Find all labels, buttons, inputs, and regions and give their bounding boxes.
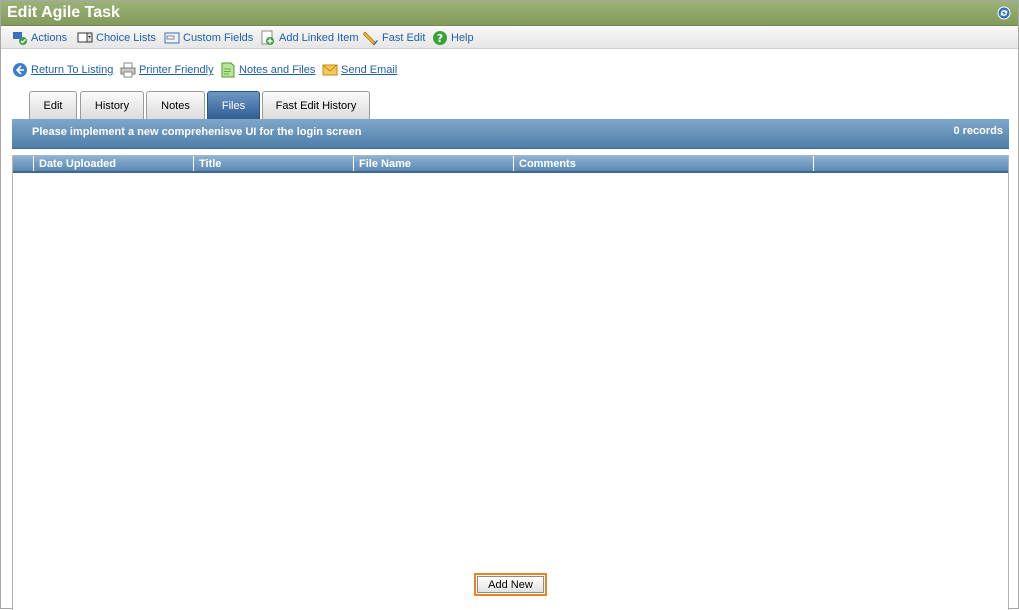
add-linked-item-icon — [260, 30, 276, 46]
grid-header-title[interactable]: Title — [194, 156, 354, 171]
send-email-label: Send Email — [341, 64, 398, 76]
custom-fields-label: Custom Fields — [183, 32, 254, 44]
refresh-icon[interactable] — [996, 5, 1012, 21]
fast-edit-label: Fast Edit — [382, 32, 426, 44]
fast-edit-icon — [362, 30, 379, 46]
choice-lists-button[interactable]: Choice Lists — [77, 30, 156, 46]
choice-lists-icon — [77, 30, 93, 46]
back-arrow-icon — [12, 62, 28, 78]
action-links: Return To Listing Printer Friendly Notes… — [1, 59, 1018, 81]
tab-fast-edit-history-label: Fast Edit History — [275, 99, 357, 112]
choice-lists-label: Choice Lists — [96, 32, 156, 44]
tab-history-label: History — [94, 99, 130, 112]
custom-fields-icon — [164, 30, 180, 46]
files-grid: Date Uploaded Title File Name Comments — [12, 155, 1009, 610]
add-linked-item-button[interactable]: Add Linked Item — [260, 30, 359, 46]
return-to-listing-label: Return To Listing — [31, 64, 114, 76]
email-icon — [322, 62, 338, 78]
printer-friendly-link[interactable]: Printer Friendly — [120, 61, 214, 79]
printer-friendly-label: Printer Friendly — [139, 64, 214, 76]
actions-button[interactable]: Actions — [12, 30, 67, 46]
fast-edit-button[interactable]: Fast Edit — [362, 30, 426, 46]
custom-fields-button[interactable]: Custom Fields — [164, 30, 253, 46]
tab-files-label: Files — [221, 99, 246, 112]
grid-header-comments[interactable]: Comments — [514, 156, 814, 171]
grid-header-date-uploaded[interactable]: Date Uploaded — [34, 156, 194, 171]
notes-and-files-link[interactable]: Notes and Files — [220, 61, 315, 79]
tab-notes-label: Notes — [161, 99, 190, 112]
edit-agile-task-window: Edit Agile Task Actions Choice Lists Cus… — [0, 0, 1019, 610]
actions-icon — [12, 30, 28, 46]
printer-icon — [120, 62, 136, 78]
toolbar: Actions Choice Lists Custom Fields Add L… — [1, 27, 1018, 49]
help-label: Help — [451, 32, 474, 44]
grid-header-file-name[interactable]: File Name — [354, 156, 514, 171]
svg-text:?: ? — [437, 32, 443, 45]
tab-history[interactable]: History — [80, 91, 144, 119]
title-bar: Edit Agile Task — [1, 1, 1018, 26]
return-to-listing-link[interactable]: Return To Listing — [12, 61, 113, 79]
tab-notes[interactable]: Notes — [146, 91, 205, 119]
help-button[interactable]: ? Help — [432, 30, 474, 46]
notes-and-files-label: Notes and Files — [239, 64, 316, 76]
add-new-label: Add New — [477, 576, 544, 593]
tab-edit-label: Edit — [43, 99, 63, 112]
add-linked-item-label: Add Linked Item — [279, 32, 359, 44]
tab-fast-edit-history[interactable]: Fast Edit History — [262, 91, 370, 119]
grid-header-row: Date Uploaded Title File Name Comments — [13, 156, 1008, 173]
task-description: Please implement a new comprehenisve UI … — [32, 126, 362, 138]
actions-label: Actions — [31, 32, 68, 44]
record-count: 0 records — [953, 125, 1003, 137]
help-icon: ? — [432, 30, 448, 46]
tab-files[interactable]: Files — [207, 91, 260, 119]
page-title: Edit Agile Task — [7, 4, 120, 21]
task-header-bar: Please implement a new comprehenisve UI … — [12, 119, 1009, 149]
add-new-button[interactable]: Add New — [474, 573, 547, 596]
notes-icon — [220, 62, 236, 78]
grid-header-select[interactable] — [13, 156, 34, 171]
grid-header-extra — [814, 156, 1008, 171]
tab-edit[interactable]: Edit — [29, 91, 77, 119]
send-email-link[interactable]: Send Email — [322, 61, 397, 79]
